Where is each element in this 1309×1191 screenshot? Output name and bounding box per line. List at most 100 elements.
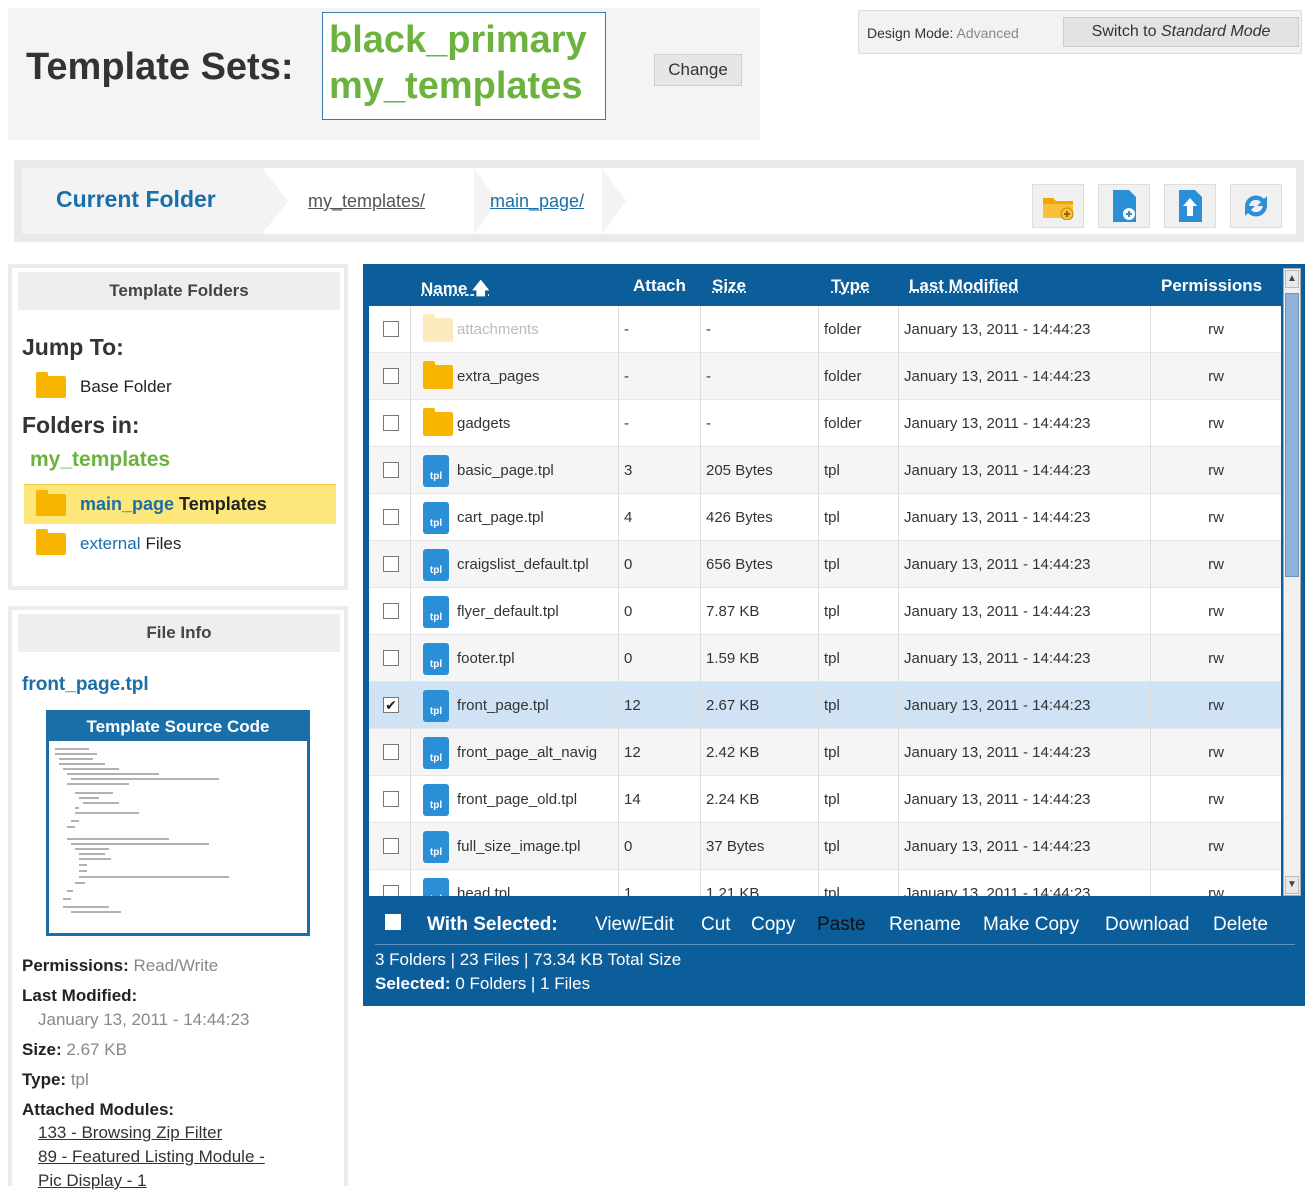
new-folder-button[interactable] [1032,184,1084,228]
module-link[interactable]: 133 - Browsing Zip Filter [38,1123,222,1143]
attach-cell: 0 [619,588,701,635]
row-checkbox[interactable]: ✔ [383,697,399,713]
row-checkbox-cell [369,635,411,682]
new-file-button[interactable] [1098,184,1150,228]
size-value: 2.67 KB [66,1040,127,1059]
table-row[interactable]: tpl flyer_default.tpl 0 7.87 KB tpl January 1… [369,588,1281,635]
file-info-panel: File Info front_page.tpl Template Source… [8,606,348,1190]
table-row[interactable]: tpl full_size_image.tpl 0 37 Bytes tpl Januar… [369,823,1281,870]
permissions-label: Permissions: [22,956,129,975]
row-checkbox[interactable] [383,885,399,896]
file-name-cell[interactable]: tpl flyer_default.tpl [411,588,619,635]
action-copy[interactable]: Copy [751,914,795,936]
folder-item-main-page[interactable]: main_page Templates [24,484,336,524]
row-checkbox[interactable] [383,509,399,525]
breadcrumb-link-my-templates[interactable]: my_templates/ [308,168,425,234]
row-checkbox[interactable] [383,603,399,619]
file-name[interactable]: basic_page.tpl [457,447,554,494]
row-checkbox[interactable] [383,462,399,478]
table-row[interactable]: tpl footer.tpl 0 1.59 KB tpl January 13, 2011… [369,635,1281,682]
action-delete[interactable]: Delete [1213,914,1268,936]
scroll-down-arrow-icon[interactable]: ▼ [1285,876,1299,894]
upload-button[interactable] [1164,184,1216,228]
file-name-cell[interactable]: gadgets [411,400,619,447]
action-make-copy[interactable]: Make Copy [983,914,1079,936]
module-link[interactable]: Pic Display - 1 [38,1171,147,1191]
file-name-cell[interactable]: tpl basic_page.tpl [411,447,619,494]
table-row[interactable]: tpl basic_page.tpl 3 205 Bytes tpl January 13… [369,447,1281,494]
file-name[interactable]: front_page.tpl [457,682,549,729]
permissions-cell: rw [1208,556,1224,573]
permissions-value: Read/Write [133,956,219,975]
file-name[interactable]: head.tpl [457,870,510,896]
row-checkbox[interactable] [383,791,399,807]
row-checkbox[interactable] [383,368,399,384]
table-row[interactable]: tpl craigslist_default.tpl 0 656 Bytes tpl Ja… [369,541,1281,588]
selected-value: 0 Folders | 1 Files [455,974,591,993]
module-link[interactable]: 89 - Featured Listing Module - [38,1147,265,1167]
column-header-modified[interactable]: Last Modified [909,276,1019,296]
row-checkbox[interactable] [383,744,399,760]
file-name-cell[interactable]: tpl front_page.tpl [411,682,619,729]
tpl-file-icon: tpl [423,831,449,863]
table-row[interactable]: tpl front_page_old.tpl 14 2.24 KB tpl January… [369,776,1281,823]
select-all-checkbox[interactable] [385,914,401,930]
scroll-thumb[interactable] [1285,293,1299,577]
action-cut[interactable]: Cut [701,914,731,936]
table-row[interactable]: tpl cart_page.tpl 4 426 Bytes tpl January 13,… [369,494,1281,541]
file-name[interactable]: front_page_alt_navig [457,729,597,776]
row-checkbox[interactable] [383,321,399,337]
column-header-name[interactable]: Name 🡅 [421,276,490,305]
file-name-cell[interactable]: tpl cart_page.tpl [411,494,619,541]
file-name[interactable]: craigslist_default.tpl [457,541,589,588]
switch-mode-button[interactable]: Switch to Standard Mode [1063,17,1299,47]
file-name[interactable]: extra_pages [457,353,540,400]
table-row[interactable]: gadgets - - folder January 13, 2011 - 14:44:… [369,400,1281,447]
table-row[interactable]: tpl front_page_alt_navig 12 2.42 KB tpl Janua… [369,729,1281,776]
file-name[interactable]: front_page_old.tpl [457,776,577,823]
action-download[interactable]: Download [1105,914,1190,936]
file-name-cell[interactable]: tpl craigslist_default.tpl [411,541,619,588]
row-checkbox[interactable] [383,838,399,854]
action-rename[interactable]: Rename [889,914,961,936]
file-name[interactable]: attachments [457,306,539,353]
column-header-type[interactable]: Type [831,276,869,296]
file-name-cell[interactable]: tpl front_page_old.tpl [411,776,619,823]
grid-scrollbar[interactable]: ▲ ▼ [1283,268,1301,896]
file-name-cell[interactable]: tpl head.tpl [411,870,619,896]
file-name[interactable]: flyer_default.tpl [457,588,559,635]
folder-icon [423,361,453,389]
table-row[interactable]: attachments - - folder January 13, 2011 - 14… [369,306,1281,353]
row-checkbox[interactable] [383,556,399,572]
row-checkbox-cell [369,306,411,353]
base-folder-link[interactable]: Base Folder [36,372,172,400]
template-source-preview[interactable]: Template Source Code [46,710,310,936]
action-view-edit[interactable]: View/Edit [595,914,674,936]
table-row[interactable]: tplhead.tpl11.21 KBtplJanuary 13, 2011 -… [369,870,1281,896]
file-name-cell[interactable]: tpl footer.tpl [411,635,619,682]
row-checkbox[interactable] [383,415,399,431]
table-row[interactable]: ✔ tpl front_page.tpl 12 2.67 KB tpl January 13… [369,682,1281,729]
change-button[interactable]: Change [654,54,742,86]
permissions-line: Permissions: Read/Write [22,956,218,976]
breadcrumb-link-main-page[interactable]: main_page/ [490,168,584,234]
table-row[interactable]: extra_pages - - folder January 13, 2011 - 14… [369,353,1281,400]
scroll-up-arrow-icon[interactable]: ▲ [1285,270,1299,288]
file-name[interactable]: cart_page.tpl [457,494,544,541]
modified-cell: January 13, 2011 - 14:44:23 [899,306,1151,353]
column-header-size[interactable]: Size [712,276,746,296]
size-cell: 2.24 KB [701,776,819,823]
row-checkbox[interactable] [383,650,399,666]
refresh-button[interactable] [1230,184,1282,228]
file-name-cell[interactable]: attachments [411,306,619,353]
file-name-cell[interactable]: extra_pages [411,353,619,400]
row-checkbox-cell [369,494,411,541]
design-mode-box: Design Mode: Advanced Switch to Standard… [858,10,1302,54]
folder-item-external[interactable]: external Files [36,529,181,557]
file-name[interactable]: full_size_image.tpl [457,823,580,870]
file-name[interactable]: footer.tpl [457,635,515,682]
tpl-file-icon: tpl [423,643,449,675]
file-name-cell[interactable]: tpl front_page_alt_navig [411,729,619,776]
file-name-cell[interactable]: tpl full_size_image.tpl [411,823,619,870]
file-name[interactable]: gadgets [457,400,510,447]
